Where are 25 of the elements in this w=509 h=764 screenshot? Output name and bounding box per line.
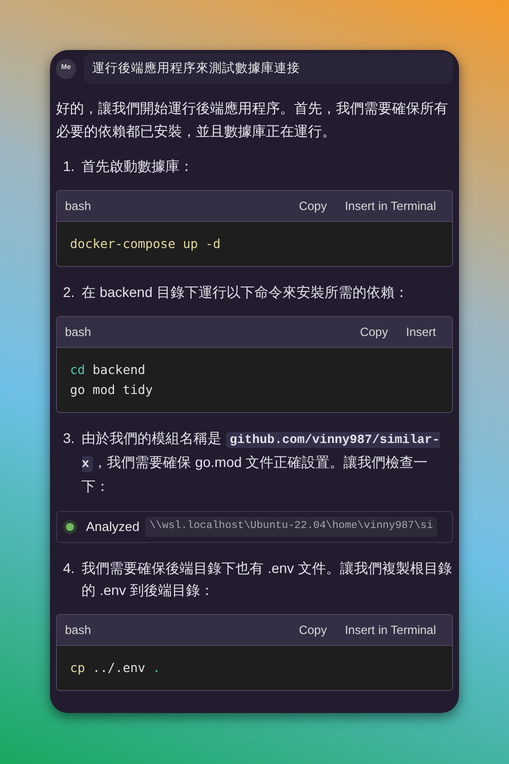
language-label: bash	[65, 198, 92, 215]
code-line: go mod tidy	[70, 381, 153, 399]
code-action-button[interactable]: Insert in Terminal	[344, 621, 436, 639]
file-path: \\wsl.localhost\Ubuntu-22.04\home\vinny987\si	[145, 517, 438, 537]
step-text: 首先啟動數據庫：	[82, 157, 195, 176]
user-message: 運行後端應用程序來測試數據庫連接	[84, 53, 453, 84]
status-label: Analyzed	[86, 518, 140, 536]
step-text: 在 backend 目錄下運行以下命令來安裝所需的依賴：	[82, 283, 410, 302]
step-number: 4.	[63, 559, 75, 578]
language-label: bash	[65, 622, 92, 639]
code-action-button[interactable]: Insert	[406, 323, 436, 341]
code-line: cd backend	[70, 361, 146, 379]
step-number: 2.	[63, 283, 75, 302]
step-number: 1.	[63, 157, 75, 176]
code-action-button[interactable]: Copy	[360, 323, 388, 341]
code-line: docker-compose up -d	[70, 235, 221, 253]
code-line: cp ../.env .	[70, 659, 160, 677]
code-action-button[interactable]: Copy	[298, 197, 327, 215]
step-text: 由於我們的模組名稱是 github.com/vinny987/similar-x ，我們需要確保 go.mod 文件正確設置。讓我們檢查一下：	[82, 429, 441, 496]
step-number: 3.	[63, 429, 75, 448]
response-text: 好的，讓我們開始運行後端應用程序。首先，我們需要確保所有必要的依賴都已安裝，並且數據庫正在運行。	[56, 99, 449, 141]
code-action-button[interactable]: Insert in Terminal	[344, 197, 436, 215]
code-action-button[interactable]: Copy	[298, 621, 327, 639]
step-text: 我們需要確保後端目錄下也有 .env 文件。讓我們複製根目錄的 .env 到後端目錄：	[82, 559, 453, 600]
language-label: bash	[65, 324, 92, 341]
